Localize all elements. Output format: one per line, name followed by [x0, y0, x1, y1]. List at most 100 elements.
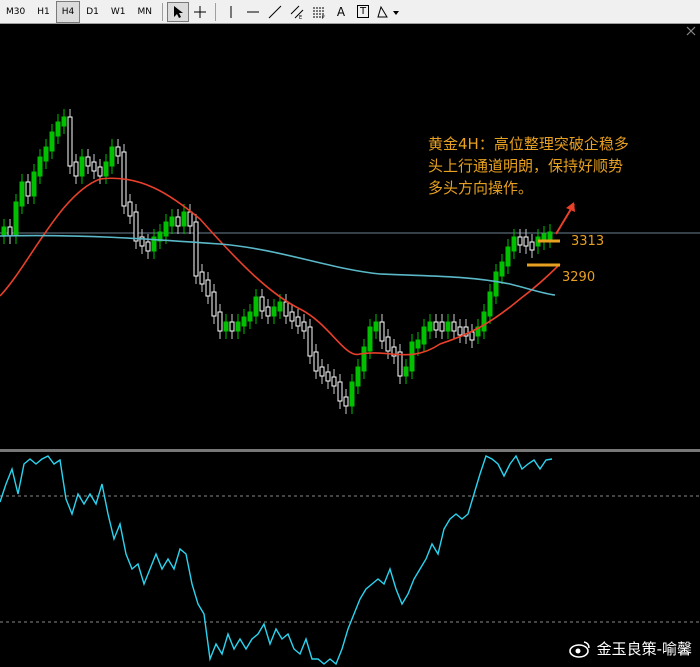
timeframe-d1[interactable]: D1	[80, 1, 105, 23]
candle-body	[133, 211, 139, 242]
timeframe-h1[interactable]: H1	[31, 1, 56, 23]
channel-icon[interactable]: E	[286, 2, 308, 22]
candle-body	[415, 339, 421, 349]
timeframe-w1[interactable]: W1	[105, 1, 132, 23]
candle-body	[187, 211, 193, 227]
candle-body	[79, 156, 85, 177]
candle-body	[205, 279, 211, 297]
fibonacci-icon[interactable]: F	[308, 2, 330, 22]
candle-body	[457, 326, 463, 336]
label-icon[interactable]: T	[352, 2, 374, 22]
oscillator-line	[0, 454, 553, 666]
candle-body	[241, 316, 247, 327]
candle-body	[481, 311, 487, 332]
candle-body	[103, 161, 109, 177]
candle-body	[97, 166, 103, 177]
candle-body	[115, 146, 121, 157]
candle-body	[367, 326, 373, 352]
candle-body	[91, 161, 97, 172]
candle-body	[469, 331, 475, 341]
chart-toolbar: M30 H1 H4 D1 W1 MN E F A T	[0, 0, 700, 24]
candle-body	[397, 351, 403, 377]
candle-body	[499, 261, 505, 277]
candle-body	[211, 291, 217, 317]
candle-body	[517, 236, 523, 246]
candle-body	[511, 236, 517, 252]
horizontal-line-icon[interactable]	[242, 2, 264, 22]
candle-body	[25, 181, 31, 197]
candle-body	[355, 366, 361, 387]
candle-body	[199, 271, 205, 285]
candle-body	[385, 336, 391, 352]
annotation-line-2: 头上行通道明朗，保持好顺势	[428, 157, 624, 175]
candle-body	[547, 231, 553, 241]
candle-body	[505, 246, 511, 267]
candle-body	[433, 321, 439, 331]
candle-body	[439, 321, 445, 332]
toolbar-separator	[215, 2, 216, 21]
candle-body	[37, 156, 43, 177]
candle-body	[451, 321, 457, 332]
candle-body	[85, 156, 91, 167]
candle-body	[403, 366, 409, 377]
candle-body	[181, 211, 187, 227]
candle-body	[217, 311, 223, 332]
candle-body	[361, 346, 367, 372]
candle-body	[49, 131, 55, 152]
candle-body	[349, 381, 355, 407]
candle-body	[295, 316, 301, 327]
candle-body	[31, 171, 37, 197]
candle-body	[7, 226, 13, 237]
moving-average-slow	[0, 234, 556, 296]
candle-body	[301, 321, 307, 332]
candle-body	[379, 321, 385, 342]
candle-body	[427, 321, 433, 332]
candle-body	[487, 291, 493, 317]
candle-body	[319, 366, 325, 377]
cursor-icon[interactable]	[167, 1, 189, 22]
annotation-line-1: 黄金4H：高位整理突破企稳多	[428, 135, 629, 153]
timeframe-mn[interactable]: MN	[132, 1, 159, 23]
candle-body	[223, 321, 229, 332]
candle-body	[493, 271, 499, 297]
crosshair-icon[interactable]	[189, 2, 211, 22]
candle-body	[529, 241, 535, 251]
shapes-icon[interactable]	[374, 2, 404, 22]
candle-body	[277, 301, 283, 312]
candle-body	[235, 321, 241, 332]
candle-body	[253, 296, 259, 317]
candle-body	[307, 326, 313, 357]
candle-body	[127, 201, 133, 217]
watermark: 金玉良策-喻馨	[568, 638, 692, 659]
vertical-line-icon[interactable]	[220, 2, 242, 22]
candle-body	[343, 396, 349, 407]
text-icon[interactable]: A	[330, 2, 352, 22]
trendline-icon[interactable]	[264, 2, 286, 22]
candle-body	[169, 216, 175, 227]
candle-body	[313, 351, 319, 372]
svg-text:F: F	[322, 15, 325, 19]
watermark-text: 金玉良策-喻馨	[596, 640, 692, 658]
candle-body	[175, 216, 181, 227]
candle-body	[373, 321, 379, 332]
timeframe-h4[interactable]: H4	[55, 0, 81, 23]
candle-body	[163, 221, 169, 237]
price-chart[interactable]	[0, 24, 700, 667]
candle-body	[271, 306, 277, 317]
candle-body	[73, 161, 79, 177]
candle-body	[445, 321, 451, 332]
candle-body	[67, 116, 73, 167]
level-label-upper: 3313	[571, 234, 605, 249]
timeframe-m30[interactable]: M30	[0, 1, 31, 23]
candle-body	[193, 221, 199, 277]
candle-body	[409, 341, 415, 372]
svg-text:E: E	[299, 15, 302, 19]
candle-body	[523, 236, 529, 247]
candle-body	[61, 116, 67, 127]
level-label-lower: 3290	[562, 270, 596, 285]
candle-body	[247, 311, 253, 322]
annotation-line-3: 多头方向操作。	[428, 179, 534, 197]
candle-body	[229, 321, 235, 332]
candle-body	[145, 241, 151, 252]
analysis-annotation: 黄金4H：高位整理突破企稳多 头上行通道明朗，保持好顺势 多头方向操作。	[428, 133, 693, 199]
